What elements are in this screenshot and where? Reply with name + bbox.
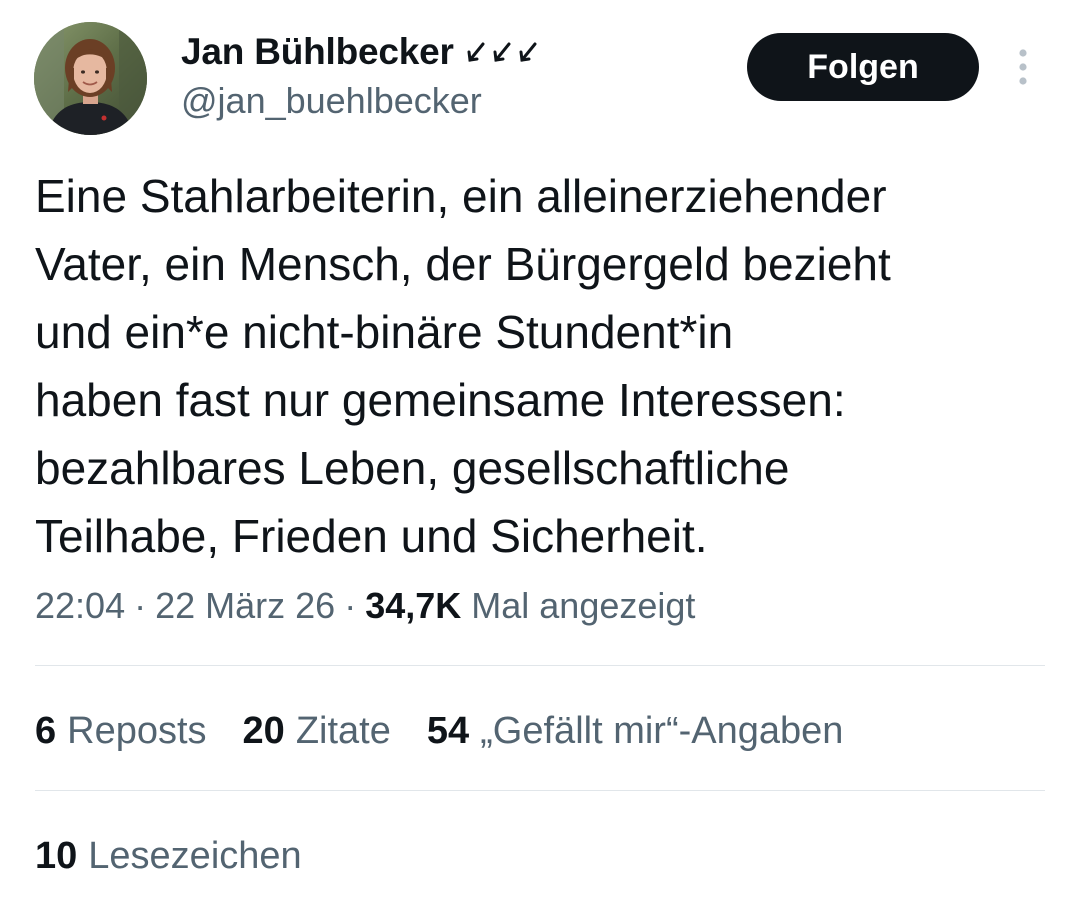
meta-separator: ·: [344, 585, 357, 626]
author-name-row: Jan Bühlbecker: [181, 30, 546, 74]
tweet-text-line: haben fast nur gemeinsame Interessen:: [35, 374, 846, 426]
likes-label: „Gefällt mir“-Angaben: [480, 709, 844, 752]
avatar[interactable]: [34, 22, 147, 135]
reposts-count: 6: [35, 709, 57, 752]
more-vertical-icon[interactable]: [1013, 48, 1033, 86]
arrow-marks-icon: [466, 39, 546, 65]
tweet-text: Eine Stahlarbeiterin, ein alleinerziehen…: [35, 162, 1045, 570]
tweet-text-line: Vater, ein Mensch, der Bürgergeld bezieh…: [35, 238, 891, 290]
bookmarks-stat[interactable]: 10 Lesezeichen: [35, 831, 302, 881]
bookmarks-label: Lesezeichen: [88, 834, 302, 877]
views-label[interactable]: Mal angezeigt: [471, 585, 695, 627]
engagement-stats: 6 Reposts 20 Zitate 54 „Gefällt mir“-Ang…: [35, 706, 879, 756]
quotes-stat[interactable]: 20 Zitate: [243, 710, 391, 753]
author-handle[interactable]: @jan_buehlbecker: [181, 80, 482, 122]
tweet-text-line: Teilhabe, Frieden und Sicherheit.: [35, 510, 708, 562]
tweet-meta: 22:04 · 22 März 26 · 34,7K Mal angezeigt: [35, 581, 695, 631]
tweet-text-line: Eine Stahlarbeiterin, ein alleinerziehen…: [35, 170, 887, 222]
tweet-text-line: und ein*e nicht-binäre Stundent*in: [35, 306, 734, 358]
bookmarks-count: 10: [35, 834, 78, 877]
quotes-label: Zitate: [295, 709, 391, 752]
tweet-time[interactable]: 22:04: [35, 585, 125, 627]
follow-button[interactable]: Folgen: [747, 33, 979, 101]
views-count[interactable]: 34,7K: [365, 585, 461, 627]
divider: [35, 790, 1045, 791]
avatar-image: [34, 22, 147, 135]
meta-separator: ·: [134, 585, 147, 626]
author-display-name[interactable]: Jan Bühlbecker: [181, 31, 454, 73]
divider: [35, 665, 1045, 666]
likes-count: 54: [426, 709, 470, 752]
reposts-stat[interactable]: 6 Reposts: [35, 710, 207, 753]
tweet-date[interactable]: 22 März 26: [155, 585, 335, 627]
tweet-text-line: bezahlbares Leben, gesellschaftliche: [35, 442, 790, 494]
quotes-count: 20: [242, 709, 285, 752]
reposts-label: Reposts: [67, 709, 207, 752]
likes-stat[interactable]: 54 „Gefällt mir“-Angaben: [427, 710, 844, 753]
